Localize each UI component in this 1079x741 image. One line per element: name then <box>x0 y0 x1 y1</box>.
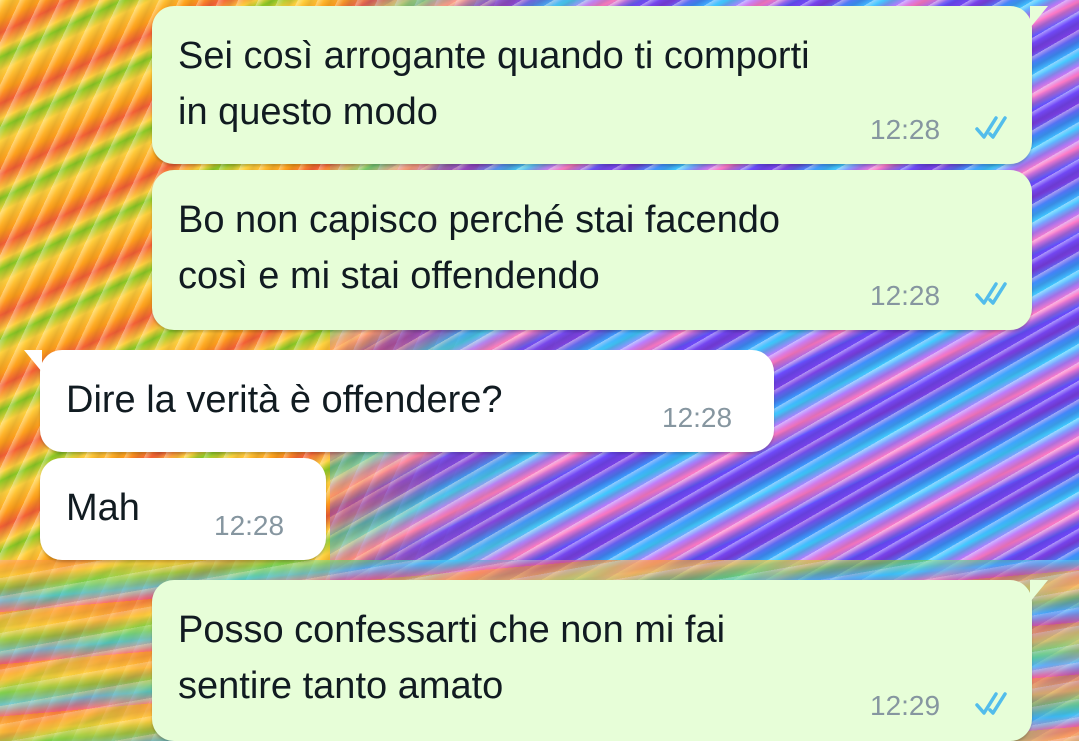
message-timestamp: 12:28 <box>870 280 941 311</box>
message-timestamp: 12:29 <box>870 690 941 721</box>
double-check-icon <box>975 692 1007 715</box>
message-text: Mah <box>66 487 140 529</box>
message-text: Bo non capisco perché stai facendo così … <box>178 199 781 297</box>
message-bubble-outgoing[interactable]: Posso confessarti che non mi fai sentire… <box>152 580 1048 741</box>
double-check-icon <box>975 116 1007 139</box>
message-bubble-incoming[interactable]: Mah 12:28 <box>40 458 326 560</box>
bubble-tail <box>1030 6 1048 28</box>
message-text: Sei così arrogante quando ti comporti in… <box>178 35 810 133</box>
message-timestamp: 12:28 <box>662 402 733 433</box>
message-bubble-outgoing[interactable]: Bo non capisco perché stai facendo così … <box>152 170 1032 330</box>
message-timestamp: 12:28 <box>214 510 285 541</box>
message-bubble-incoming[interactable]: Dire la verità è offendere? 12:28 <box>24 350 774 452</box>
message-timestamp: 12:28 <box>870 114 941 145</box>
message-bubble-outgoing[interactable]: Sei così arrogante quando ti comporti in… <box>152 6 1048 164</box>
bubble-tail <box>24 350 42 372</box>
message-text: Posso confessarti che non mi fai sentire… <box>178 609 726 707</box>
double-check-icon <box>975 282 1007 305</box>
bubble-tail <box>1030 580 1048 602</box>
message-text: Dire la verità è offendere? <box>66 379 503 421</box>
